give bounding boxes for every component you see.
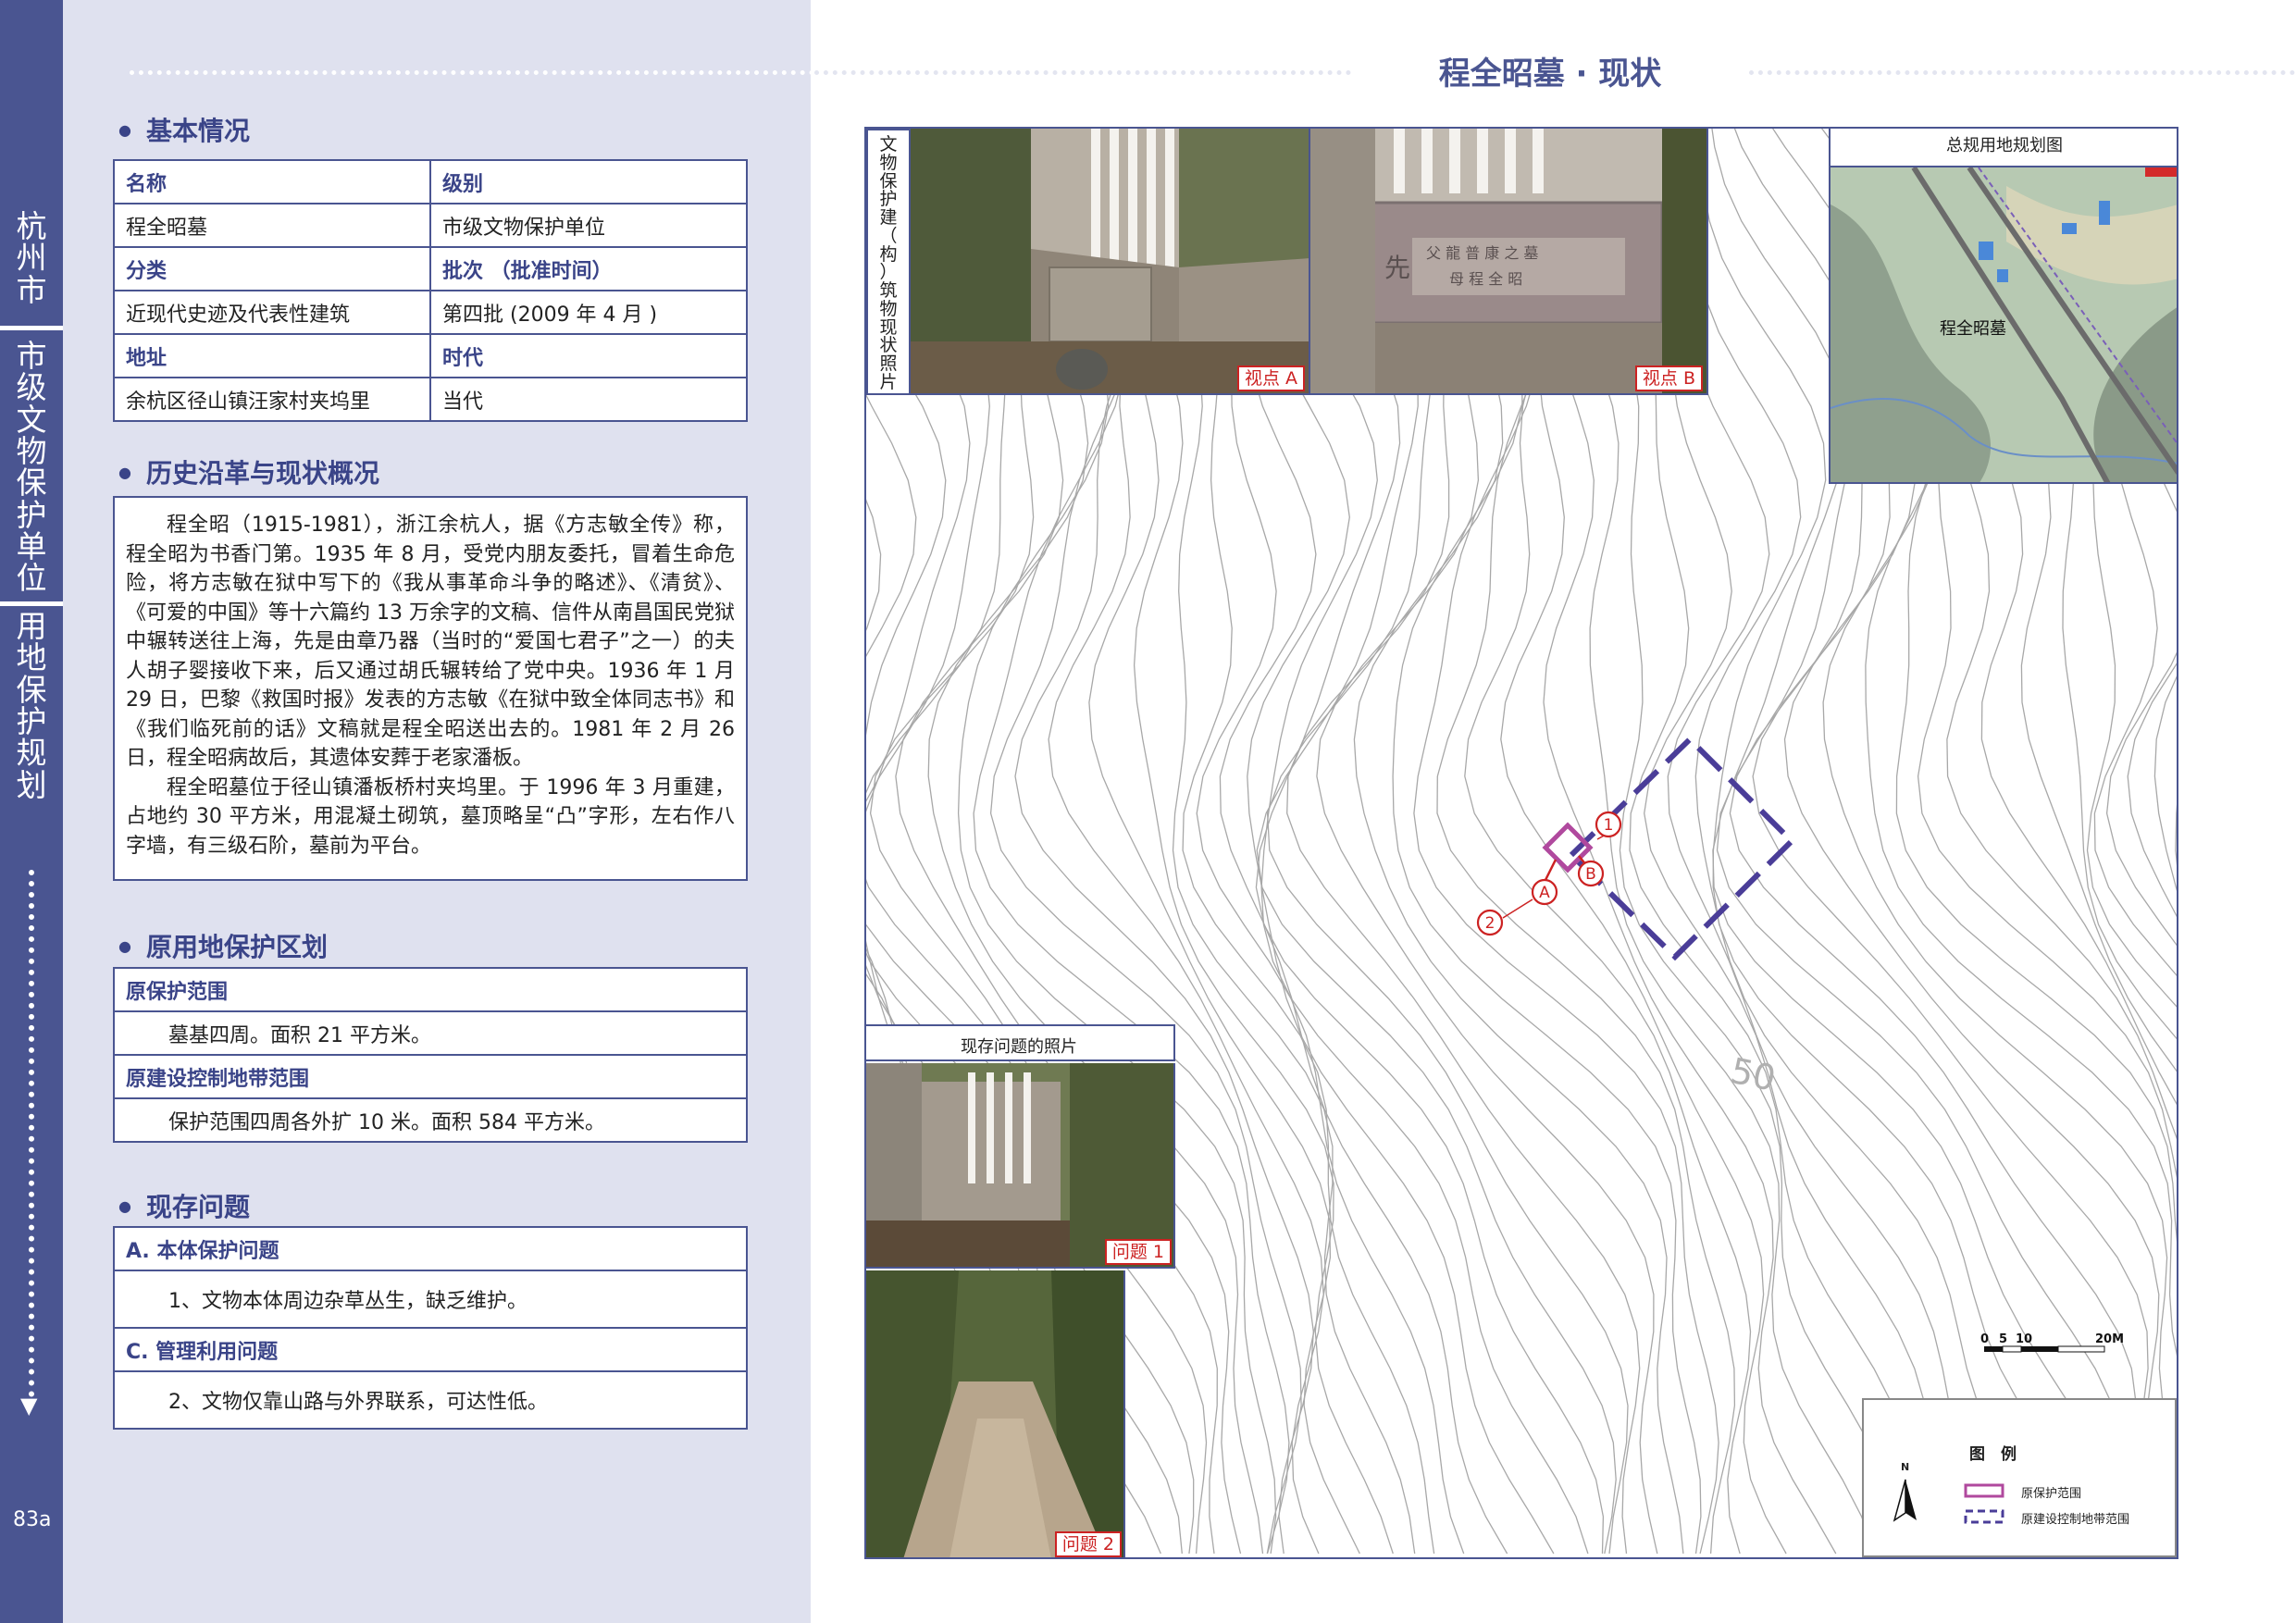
contour-elevation-label: 50 [1727,1050,1779,1099]
scale-bar: 0 5 10 20M [1980,1332,2124,1353]
table-row: 地址 时代 [113,333,748,378]
sidebar-city-title: 杭州市 [16,208,47,308]
table-cell: 第四批 (2009 年 4 月 ) [429,290,748,335]
table-row: 墓基四周。面积 21 平方米。 [113,1010,748,1056]
table-header-cell: 原保护范围 [113,967,748,1012]
table-header-cell: A. 本体保护问题 [113,1226,748,1271]
scale-tick: 20M [2095,1332,2124,1346]
legend-title: 图 例 [1969,1445,2017,1464]
table-cell: 余杭区径山镇汪家村夹坞里 [113,377,431,422]
table-row: 1、文物本体周边杂草丛生，缺乏维护。 [113,1270,748,1329]
photo-caption: 文物保护建（构）筑物现状照片 [879,134,898,392]
viewpoint-a-caption: 视点 A [1236,365,1305,391]
viewpoint-arrow [1502,898,1533,919]
issue-2-caption: 问题 2 [1054,1531,1122,1557]
control-zone-legend-icon [1964,1509,2004,1524]
history-paragraph: 程全昭墓位于径山镇潘板桥村夹坞里。于 1996 年 3 月重建，占地约 30 平… [126,775,735,858]
svg-text:母 程 全 昭: 母 程 全 昭 [1449,270,1522,288]
sidebar-divider [0,326,63,330]
table-header-cell: 级别 [429,159,748,204]
sidebar-divider [0,601,63,606]
table-cell: 当代 [429,377,748,422]
issues-photo-title-panel: 现存问题的照片 [866,1024,1175,1061]
table-cell: 墓基四周。面积 21 平方米。 [113,1010,748,1056]
overview-map: 程全昭墓 [1831,166,2177,482]
photo-caption-panel: 文物保护建（构）筑物现状照片 [866,129,911,395]
north-arrow-icon [1893,1479,1917,1522]
sidebar-strip: 杭州市 市级文物保护单位 用地保护规划 ▼ 83a [0,0,63,1623]
sidebar-category-title: 市级文物保护单位 [16,338,47,597]
table-cell: 2、文物仅靠山路与外界联系，可达性低。 [113,1370,748,1430]
overview-map-title: 总规用地规划图 [1946,136,2063,155]
svg-text:父 龍 普 康 之 墓: 父 龍 普 康 之 墓 [1426,244,1538,262]
svg-text:先: 先 [1384,253,1410,283]
table-row: 2、文物仅靠山路与外界联系，可达性低。 [113,1370,748,1430]
issues-table: A. 本体保护问题 1、文物本体周边杂草丛生，缺乏维护。 C. 管理利用问题 2… [113,1226,748,1430]
table-cell: 程全昭墓 [113,203,431,248]
protection-heading: 原用地保护区划 [118,927,328,964]
legend-control-label: 原建设控制地带范围 [2021,1513,2130,1527]
issue-1-photo: 问题 1 [866,1063,1175,1269]
overview-map-panel: 总规用地规划图 程全昭墓 [1829,129,2177,484]
scale-tick: 5 [1999,1332,2007,1346]
map-legend: 图 例 N 原保护范围 原建设控制地带范围 [1862,1398,2177,1557]
dotted-divider [814,70,1351,75]
history-heading: 历史沿革与现状概况 [118,453,379,490]
page-title: 程全昭墓 · 现状 [1438,56,1662,93]
issue-1-label: 1 [1604,816,1614,835]
issue-2-photo: 问题 2 [866,1270,1125,1557]
viewpoint-b-label: B [1585,865,1596,884]
issues-photo-title: 现存问题的照片 [961,1037,1077,1057]
viewpoint-arrow [1544,859,1558,881]
viewpoint-a-photo: 视点 A [911,129,1310,395]
viewpoint-b-photo: 父 龍 普 康 之 墓母 程 全 昭 先 视点 B [1310,129,1708,395]
table-row: 余杭区径山镇汪家村夹坞里 当代 [113,377,748,422]
sidebar-chapter-title: 用地保护规划 [16,608,47,803]
dotted-divider [1749,70,2295,75]
table-row: 原建设控制地带范围 [113,1054,748,1099]
table-header-cell: C. 管理利用问题 [113,1327,748,1372]
site-map: A B 1 2 50 0 5 10 20M 文物保护建（构）筑物现状照片 视点 … [864,127,2178,1559]
legend-protection-label: 原保护范围 [2021,1487,2082,1501]
issue-1-caption: 问题 1 [1104,1239,1172,1265]
sidebar-dotted-line [29,870,34,1397]
chevron-down-icon: ▼ [20,1393,38,1419]
table-row: 名称 级别 [113,159,748,204]
history-paragraph: 程全昭（1915-1981），浙江余杭人，据《方志敏全传》称，程全昭为书香门第。… [126,514,735,770]
table-header-cell: 名称 [113,159,431,204]
table-row: 原保护范围 [113,967,748,1012]
basic-info-heading: 基本情况 [118,111,250,148]
table-row: A. 本体保护问题 [113,1226,748,1271]
table-row: C. 管理利用问题 [113,1327,748,1372]
legend-north-letter: N [1901,1461,1910,1473]
table-header-cell: 原建设控制地带范围 [113,1054,748,1099]
table-header-cell: 分类 [113,246,431,291]
issues-heading: 现存问题 [118,1187,250,1224]
issue-2-label: 2 [1485,914,1496,933]
table-cell: 保护范围四周各外扩 10 米。面积 584 平方米。 [113,1097,748,1143]
table-cell: 近现代史迹及代表性建筑 [113,290,431,335]
table-row: 程全昭墓 市级文物保护单位 [113,203,748,248]
protection-legend-icon [1964,1483,2004,1498]
info-panel: 基本情况 名称级别 程全昭墓市级文物保护单位 分类批次 （批准时间） 近现代史迹… [63,0,861,1623]
table-row: 分类 批次 （批准时间） [113,246,748,291]
table-cell: 1、文物本体周边杂草丛生，缺乏维护。 [113,1270,748,1329]
basic-info-table: 名称 级别 程全昭墓 市级文物保护单位 分类 批次 （批准时间） 近现代史迹及代表性建… [113,159,748,422]
table-cell: 市级文物保护单位 [429,203,748,248]
page-number: 83a [13,1508,52,1531]
viewpoint-b-caption: 视点 B [1634,365,1703,391]
scale-tick: 10 [2016,1332,2032,1346]
scale-tick: 0 [1980,1332,1989,1346]
viewpoint-a-label: A [1539,884,1550,902]
dotted-divider [130,70,861,75]
table-row: 近现代史迹及代表性建筑 第四批 (2009 年 4 月 ) [113,290,748,335]
table-row: 保护范围四周各外扩 10 米。面积 584 平方米。 [113,1097,748,1143]
table-header-cell: 批次 （批准时间） [429,246,748,291]
overview-map-site-label: 程全昭墓 [1940,319,2006,339]
table-header-cell: 地址 [113,333,431,378]
history-text-box: 程全昭（1915-1981），浙江余杭人，据《方志敏全传》称，程全昭为书香门第。… [113,496,748,881]
table-header-cell: 时代 [429,333,748,378]
protection-table: 原保护范围 墓基四周。面积 21 平方米。 原建设控制地带范围 保护范围四周各外… [113,967,748,1143]
